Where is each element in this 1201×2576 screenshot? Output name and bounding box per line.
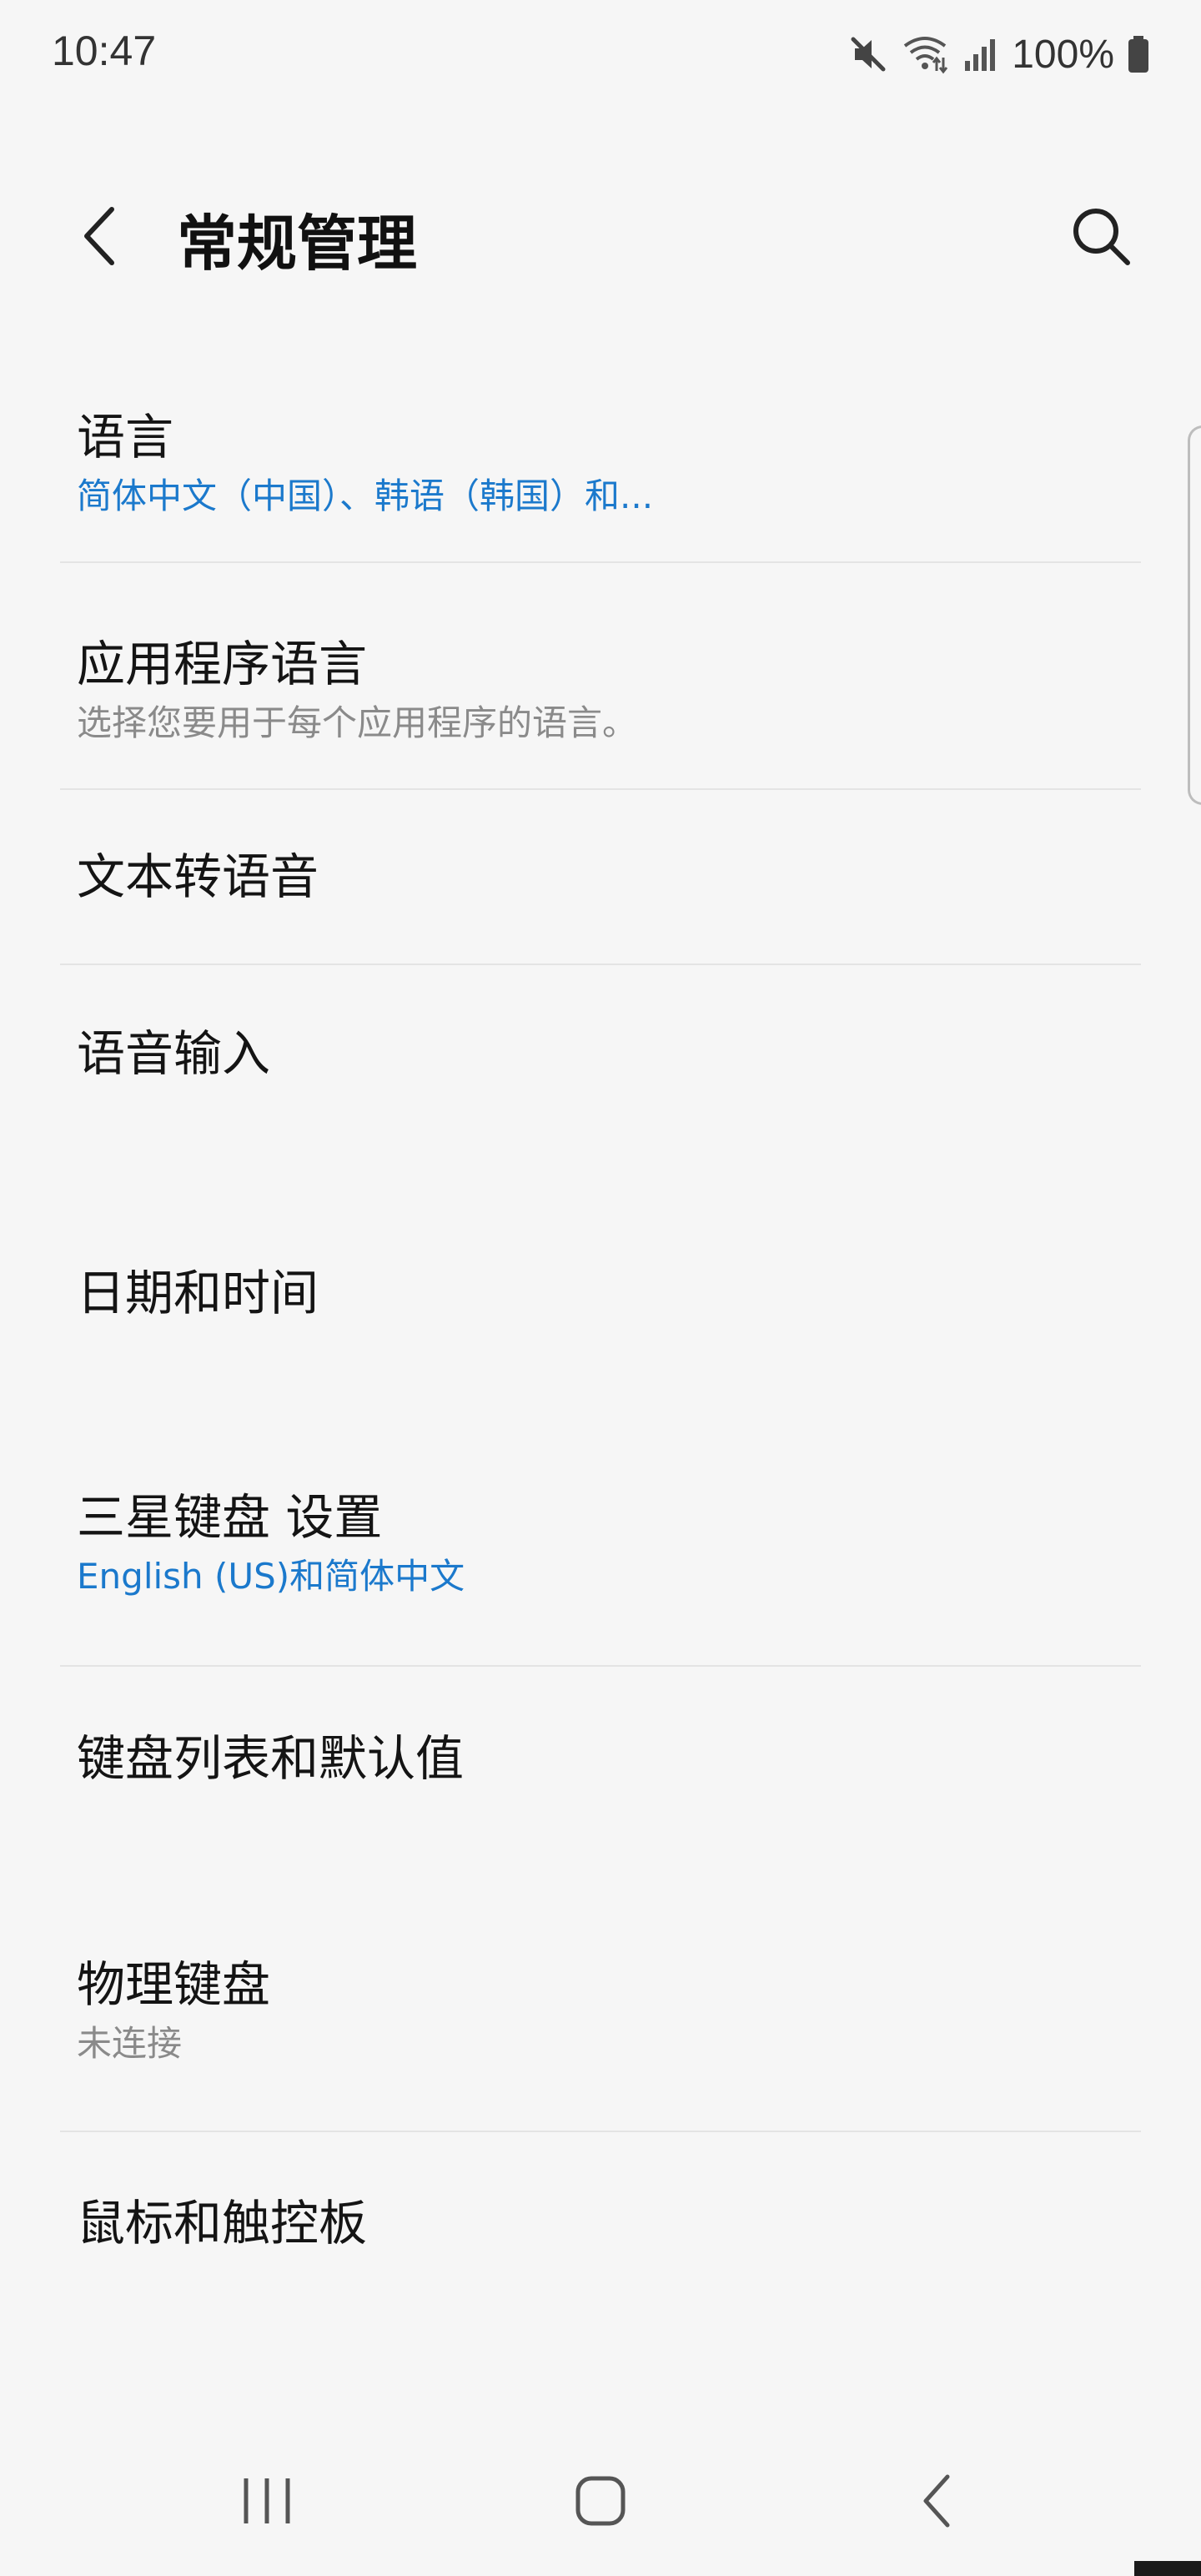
wifi-icon	[902, 33, 952, 76]
status-bar: 10:47 100%	[0, 0, 1201, 108]
recent-apps-icon	[238, 2472, 296, 2533]
item-title: 鼠标和触控板	[77, 2195, 368, 2251]
item-title: 语言	[77, 409, 174, 465]
nav-back-button[interactable]	[872, 2444, 1005, 2561]
item-title: 应用程序语言	[77, 636, 368, 692]
status-time: 10:47	[52, 28, 157, 74]
item-title: 日期和时间	[77, 1265, 319, 1321]
mute-icon	[847, 33, 890, 76]
app-bar: 常规管理	[0, 167, 1201, 309]
item-subtitle: 简体中文（中国）、韩语（韩国）和...	[77, 475, 654, 516]
settings-item-text-to-speech[interactable]: 文本转语音	[60, 791, 1141, 962]
search-icon	[1068, 203, 1134, 273]
settings-item-physical-keyboard[interactable]: 物理键盘 未连接	[60, 1894, 1141, 2127]
scrollbar[interactable]	[1188, 425, 1201, 805]
signal-icon	[963, 33, 1000, 76]
settings-item-language[interactable]: 语言 简体中文（中国）、韩语（韩国）和...	[60, 367, 1141, 559]
status-icons: 100%	[847, 25, 1151, 83]
settings-item-voice-input[interactable]: 语音输入	[60, 966, 1141, 1141]
settings-item-keyboard-list[interactable]: 键盘列表和默认值	[60, 1668, 1141, 1848]
item-subtitle: 选择您要用于每个应用程序的语言。	[77, 702, 638, 743]
home-button[interactable]	[534, 2444, 667, 2561]
item-title: 语音输入	[77, 1025, 271, 1082]
divider	[60, 561, 1141, 563]
settings-item-date-time[interactable]: 日期和时间	[60, 1201, 1141, 1385]
divider	[60, 963, 1141, 965]
navigation-bar	[0, 2444, 1201, 2561]
back-icon	[909, 2472, 967, 2533]
search-button[interactable]	[1059, 192, 1143, 284]
home-icon	[571, 2472, 630, 2533]
divider	[60, 788, 1141, 790]
item-title: 三星键盘 设置	[77, 1489, 383, 1546]
divider	[60, 2131, 1141, 2132]
page-title: 常规管理	[177, 208, 418, 279]
item-subtitle: English (US)和简体中文	[77, 1556, 465, 1597]
back-chevron-icon	[75, 203, 125, 273]
settings-item-mouse-trackpad[interactable]: 鼠标和触控板	[60, 2136, 1141, 2311]
settings-item-app-language[interactable]: 应用程序语言 选择您要用于每个应用程序的语言。	[60, 594, 1141, 786]
recent-apps-button[interactable]	[200, 2444, 334, 2561]
corner-mark	[1134, 2561, 1201, 2576]
item-title: 键盘列表和默认值	[77, 1729, 465, 1787]
settings-item-samsung-keyboard[interactable]: 三星键盘 设置 English (US)和简体中文	[60, 1426, 1141, 1660]
item-title: 文本转语音	[77, 848, 319, 905]
battery-percent: 100%	[1012, 32, 1114, 77]
item-title: 物理键盘	[77, 1956, 271, 2013]
item-subtitle: 未连接	[77, 2023, 183, 2064]
battery-icon	[1126, 33, 1151, 76]
divider	[60, 1665, 1141, 1667]
back-button[interactable]	[58, 192, 142, 284]
